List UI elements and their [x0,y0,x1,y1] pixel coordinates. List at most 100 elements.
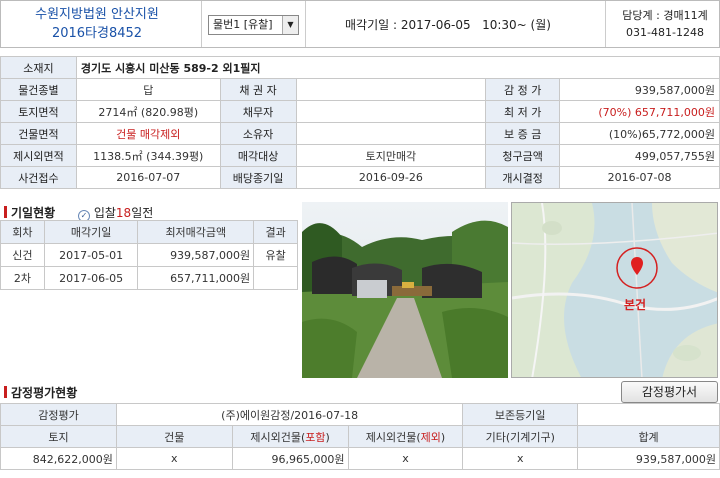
appraisal-report-button[interactable]: 감정평가서 [621,381,718,403]
total-value: 939,587,000원 [577,447,720,470]
table-row: 소재지 경기도 시흥시 미산동 589-2 외1필지 [0,56,720,79]
property-info-table: 소재지 경기도 시흥시 미산동 589-2 외1필지 물건종별 답 채 권 자 … [0,56,720,189]
bid-prefix: 입찰 [93,206,116,220]
cell-label: 매각대상 [219,144,297,167]
appraisal-label: 감정평가 [0,403,117,426]
table-row: 감정평가 (주)에이원감정/2016-07-18 보존등기일 [0,403,720,426]
building-area: 건물 매각제외 [75,122,221,145]
case-number: 2016타경8452 [51,26,143,41]
cell-label: 제시외면적 [0,144,77,167]
table-row: 2차 2017-06-05 657,711,000원 [0,266,298,290]
property-type: 답 [75,78,221,101]
sale-date: 2017-06-05 [400,18,471,32]
property-photo[interactable] [302,202,508,378]
divider [201,1,202,47]
sale-time: 10:30~ (월) [482,18,551,32]
extra-area: 1138.5㎡ (344.39평) [75,144,221,167]
column-header: 제시외건물(제외) [347,425,464,448]
court-info: 수원지방법원 안산지원 2016타경8452 [7,5,187,43]
history-title: 기일현황 [4,204,55,221]
cell-label: 보 증 금 [485,122,561,145]
other-value: x [462,447,579,470]
section-marker-icon [4,206,7,218]
case-header: 수원지방법원 안산지원 2016타경8452 물번1 [유찰] ▼ 매각기일 :… [0,0,720,48]
item-select[interactable]: 물번1 [유찰] ▼ [208,15,299,35]
table-row: 물건종별 답 채 권 자 감 정 가 939,587,000원 [0,78,720,101]
debtor [295,100,487,123]
cell-label: 토지면적 [0,100,77,123]
cell-label: 사건접수 [0,166,77,189]
column-header: 매각기일 [43,220,139,244]
section-marker-icon [4,386,7,398]
chevron-down-icon[interactable]: ▼ [282,16,298,34]
round: 신건 [0,243,45,267]
sale-date: 2017-05-01 [43,243,139,267]
extra-excluded-value: x [347,447,464,470]
item-select-value: 물번1 [유찰] [213,18,273,31]
column-header: 최저매각금액 [137,220,255,244]
appraised-value: 939,587,000원 [559,78,720,101]
case-received: 2016-07-07 [75,166,221,189]
min-price: 657,711,000원 [137,266,255,290]
cell-label: 건물면적 [0,122,77,145]
table-row: 제시외면적 1138.5㎡ (344.39평) 매각대상 토지만매각 청구금액 … [0,144,720,167]
result [253,266,298,290]
owner [295,122,487,145]
divider [305,1,306,47]
table-header-row: 회차 매각기일 최저매각금액 결과 [0,220,298,244]
table-header-row: 토지 건물 제시외건물(포함) 제시외건물(제외) 기타(기계기구) 합계 [0,425,720,448]
phone: 031-481-1248 [626,26,704,39]
bid-suffix: 일전 [131,206,154,220]
cell-label: 채무자 [219,100,297,123]
map-marker-label: 본건 [624,298,647,312]
appraisal-table: 감정평가 (주)에이원감정/2016-07-18 보존등기일 토지 건물 제시외… [0,403,720,470]
cell-label: 개시결정 [485,166,561,189]
address-label: 소재지 [0,56,77,79]
department-info: 담당계 : 경매11계 031-481-1248 [611,7,719,41]
table-row: 건물면적 건물 매각제외 소유자 보 증 금 (10%)65,772,000원 [0,122,720,145]
cell-label: 최 저 가 [485,100,561,123]
header-text: ) [325,430,330,444]
sale-target: 토지만매각 [295,144,487,167]
round: 2차 [0,266,45,290]
appraiser: (주)에이원감정/2016-07-18 [115,403,464,426]
cell-label: 배당종기일 [219,166,297,189]
history-title-text: 기일현황 [11,206,56,220]
result: 유찰 [253,243,298,267]
table-row: 신건 2017-05-01 939,587,000원 유찰 [0,243,298,267]
min-price: 939,587,000원 [137,243,255,267]
table-row: 토지면적 2714㎡ (820.98평) 채무자 최 저 가 (70%) 657… [0,100,720,123]
deposit: (10%)65,772,000원 [559,122,720,145]
registration-label: 보존등기일 [462,403,579,426]
table-row: 사건접수 2016-07-07 배당종기일 2016-09-26 개시결정 20… [0,166,720,189]
location-map-image [512,203,717,377]
dividend-deadline: 2016-09-26 [295,166,487,189]
column-header: 결과 [253,220,298,244]
header-text: ) [440,430,446,444]
bid-days: 18 [115,206,132,220]
header-highlight: 포함 [305,430,326,444]
registration-date [577,403,720,426]
claim-amount: 499,057,755원 [559,144,720,167]
sale-date-info: 매각기일 : 2017-06-05 10:30~ (월) [345,16,551,33]
cell-label: 청구금액 [485,144,561,167]
column-header: 합계 [577,425,720,448]
land-area: 2714㎡ (820.98평) [75,100,221,123]
location-map[interactable]: 본건 [511,202,718,378]
property-photo-image [302,202,508,378]
department: 담당계 : 경매11계 [622,9,708,22]
table-row: 842,622,000원 x 96,965,000원 x x 939,587,0… [0,447,720,470]
column-header: 건물 [115,425,233,448]
appraisal-title: 감정평가현황 [4,384,77,401]
column-header: 제시외건물(포함) [231,425,349,448]
column-header: 회차 [0,220,45,244]
cell-label: 소유자 [219,122,297,145]
sale-date: 2017-06-05 [43,266,139,290]
minimum-price: (70%) 657,711,000원 [559,100,720,123]
address: 경기도 시흥시 미산동 589-2 외1필지 [75,56,720,79]
header-text: 제시외건물( [250,430,306,444]
building-value: x [115,447,233,470]
history-table: 회차 매각기일 최저매각금액 결과 신건 2017-05-01 939,587,… [0,220,298,290]
land-value: 842,622,000원 [0,447,117,470]
cell-label: 감 정 가 [485,78,561,101]
